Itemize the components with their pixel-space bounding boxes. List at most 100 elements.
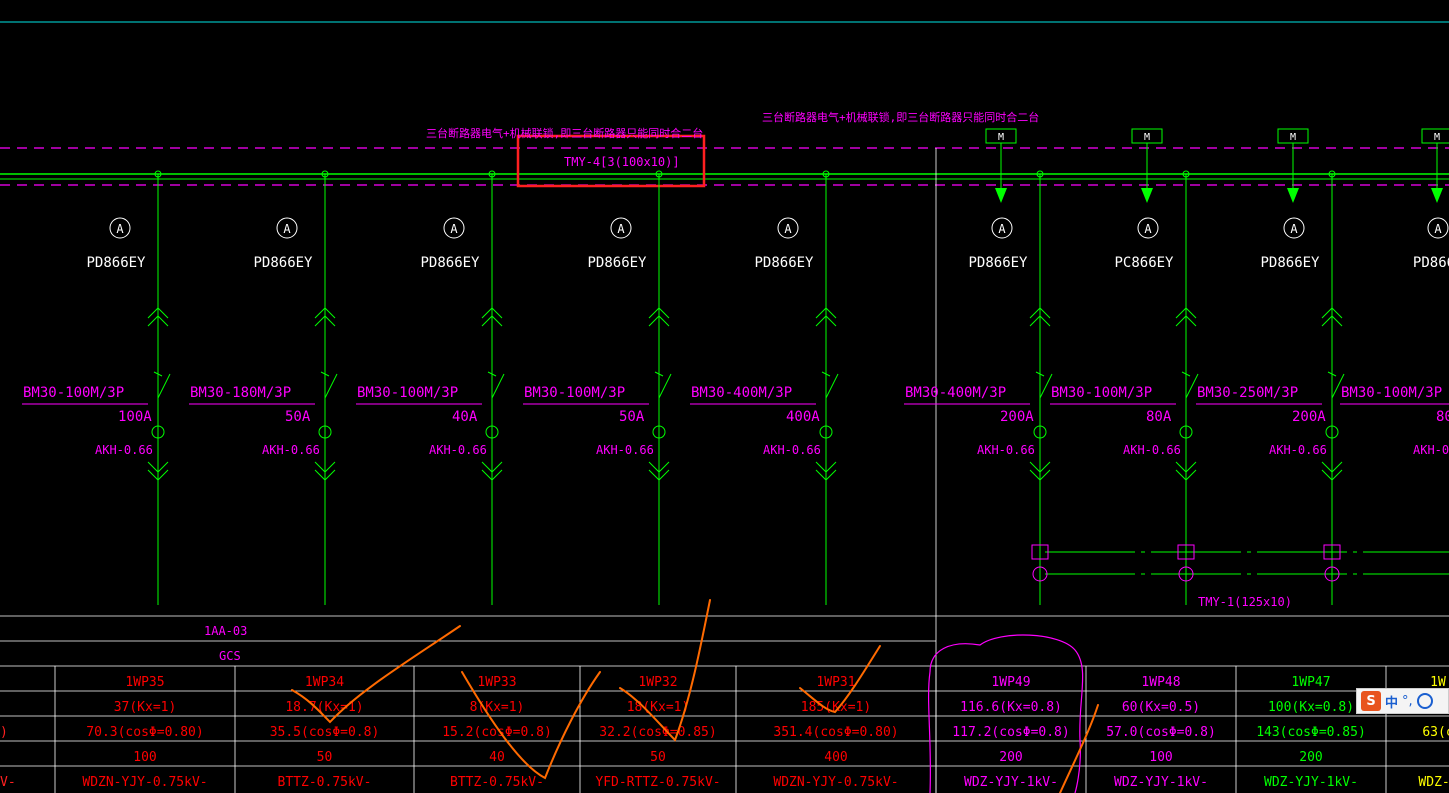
ammeter-symbol: A — [450, 222, 458, 236]
breaker-switch-icon — [324, 373, 338, 399]
main-busbar-label: TMY-4[3(100x10)] — [564, 155, 680, 169]
drawing-frame-lines — [0, 21, 1449, 793]
breaker-model-label: BM30-100M/3P — [524, 385, 625, 401]
breaker-model-label: BM30-100M/3P — [357, 385, 458, 401]
meter-model-label: PD866EY — [587, 255, 647, 271]
table-cell-cable: WDZ-YJY-1kV- — [964, 775, 1058, 790]
ime-toolbar[interactable]: S 中 °, — [1356, 688, 1449, 714]
motor-label: M — [1434, 132, 1440, 143]
table-cell-breaker: 200 — [999, 750, 1022, 765]
motor-label: M — [1144, 132, 1150, 143]
breaker-switch-icon — [157, 373, 171, 399]
table-cell-circuit: 1WP31 — [816, 675, 855, 690]
table-cell-breaker: 100 — [1149, 750, 1172, 765]
feeder-9: A PD866 BM30-100M/3P 80A AKH-0 M — [1340, 128, 1449, 457]
feeder-layer: A PD866EY BM30-100M/3P 100A AKH-0.66 A PD866EY… — [22, 128, 1449, 605]
motor-label: M — [998, 132, 1004, 143]
ct-model-label: AKH-0 — [1413, 443, 1449, 457]
cad-drawing-canvas[interactable]: APD866EYBM30-100M/3P100AAKH-0.66APD866EY… — [0, 0, 1449, 793]
breaker-rating-label: 80A — [1146, 409, 1172, 425]
ammeter-symbol: A — [1144, 222, 1152, 236]
table-cell-cable: WDZN-YJY-0.75kV- — [773, 775, 898, 790]
feeder-1: A PD866EY BM30-100M/3P 100A AKH-0.66 — [22, 170, 171, 605]
meter-model-label: PD866 — [1413, 255, 1449, 271]
ct-model-label: AKH-0.66 — [977, 443, 1035, 457]
table-cell-breaker: 100 — [133, 750, 156, 765]
control-arrow-icon — [1431, 188, 1443, 203]
table-cell-power: 60(Kx=0.5) — [1122, 700, 1200, 715]
breaker-model-label: BM30-100M/3P — [23, 385, 124, 401]
motor-label: M — [1290, 132, 1296, 143]
table-cell-current: 143(cosΦ=0.85) — [1256, 725, 1366, 740]
ct-model-label: AKH-0.66 — [596, 443, 654, 457]
table-cell-power: 100(Kx=0.8) — [1268, 700, 1354, 715]
table-cell-circuit: 1WP33 — [477, 675, 516, 690]
breaker-model-label: BM30-250M/3P — [1197, 385, 1298, 401]
table-cell-breaker: 200 — [1299, 750, 1322, 765]
feeder-8: A PD866EY BM30-250M/3P 200A AKH-0.66 M — [1196, 128, 1345, 605]
table-cell-circuit: 1WP48 — [1141, 675, 1180, 690]
ct-model-label: AKH-0.66 — [429, 443, 487, 457]
ammeter-symbol: A — [283, 222, 291, 236]
sogou-logo-icon[interactable]: S — [1361, 691, 1381, 711]
table-cell-cable: BTTZ-0.75kV- — [278, 775, 372, 790]
table-cell-breaker: 50 — [650, 750, 666, 765]
breaker-switch-icon — [825, 373, 839, 399]
table-cell-circuit: 1WP49 — [991, 675, 1030, 690]
control-arrow-icon — [995, 188, 1007, 203]
ct-model-label: AKH-0.66 — [1269, 443, 1327, 457]
breaker-model-label: BM30-100M/3P — [1051, 385, 1152, 401]
table-cell-power: 37(Kx=1) — [114, 700, 177, 715]
ime-punctuation-toggle[interactable]: °, — [1402, 694, 1413, 709]
secondary-busbar-label: TMY-1(125x10) — [1198, 595, 1292, 609]
breaker-rating-label: 200A — [1292, 409, 1326, 425]
breaker-model-label: BM30-180M/3P — [190, 385, 291, 401]
table-cell-current: 32.2(cosΦ=0.85) — [599, 725, 716, 740]
table-cell-current: 117.2(cosΦ=0.8) — [952, 725, 1069, 740]
breaker-rating-label: 400A — [786, 409, 820, 425]
table-cell-cable: WDZ-YJY-1kV- — [1264, 775, 1358, 790]
breaker-rating-label: 50A — [285, 409, 311, 425]
breaker-rating-label: 50A — [619, 409, 645, 425]
feeder-6: A PD866EY BM30-400M/3P 200A AKH-0.66 M — [904, 128, 1053, 605]
feeder-4: A PD866EY BM30-100M/3P 50A AKH-0.66 — [523, 170, 672, 605]
table-cell-current: 57.0(cosΦ=0.8) — [1106, 725, 1216, 740]
breaker-rating-label: 200A — [1000, 409, 1034, 425]
ct-model-label: AKH-0.66 — [1123, 443, 1181, 457]
emoji-icon[interactable] — [1416, 693, 1433, 709]
meter-model-label: PC866EY — [1114, 255, 1174, 271]
table-cell-power: 18(Kx=1) — [627, 700, 690, 715]
table-cell-circuit: 1WP47 — [1291, 675, 1330, 690]
table-cell-cable: WDZ-Y — [1418, 775, 1449, 790]
meter-model-label: PD866EY — [86, 255, 146, 271]
table-cell-current: 63(c — [1422, 725, 1449, 740]
breaker-rating-label: 100A — [118, 409, 152, 425]
table-cell-power: 116.6(Kx=0.8) — [960, 700, 1062, 715]
table-cell-current: 351.4(cosΦ=0.80) — [773, 725, 898, 740]
breaker-model-label: BM30-400M/3P — [691, 385, 792, 401]
interlock-note-left: 三台断路器电气+机械联锁,即三台断路器只能同时合二台 — [426, 126, 703, 140]
ct-model-label: AKH-0.66 — [95, 443, 153, 457]
left-partial-current: ) — [0, 725, 8, 740]
ammeter-symbol: A — [116, 222, 124, 236]
check-mark-3 — [619, 599, 711, 742]
cabinet-number: 1AA-03 — [204, 624, 247, 638]
check-mark-5 — [1059, 704, 1099, 793]
cabinet-type: GCS — [219, 649, 241, 663]
table-cell-cable: BTTZ-0.75kV- — [450, 775, 544, 790]
breaker-rating-label: 80A — [1436, 409, 1449, 425]
table-cell-breaker: 40 — [489, 750, 505, 765]
ct-model-label: AKH-0.66 — [262, 443, 320, 457]
table-cell-circuit: 1WP35 — [125, 675, 164, 690]
table-cell-breaker: 400 — [824, 750, 847, 765]
feeder-5: A PD866EY BM30-400M/3P 400A AKH-0.66 — [690, 170, 839, 605]
ime-language-toggle[interactable]: 中 — [1385, 692, 1398, 711]
table-cell-current: 70.3(cosΦ=0.80) — [86, 725, 203, 740]
feeder-7: A PC866EY BM30-100M/3P 80A AKH-0.66 M — [1050, 128, 1199, 605]
table-cell-circuit: 1WP34 — [305, 675, 344, 690]
handwritten-check-marks — [291, 599, 1099, 793]
breaker-switch-icon — [491, 373, 505, 399]
breaker-rating-label: 40A — [452, 409, 478, 425]
control-arrow-icon — [1287, 188, 1299, 203]
table-cell-cable: WDZ-YJY-1kV- — [1114, 775, 1208, 790]
